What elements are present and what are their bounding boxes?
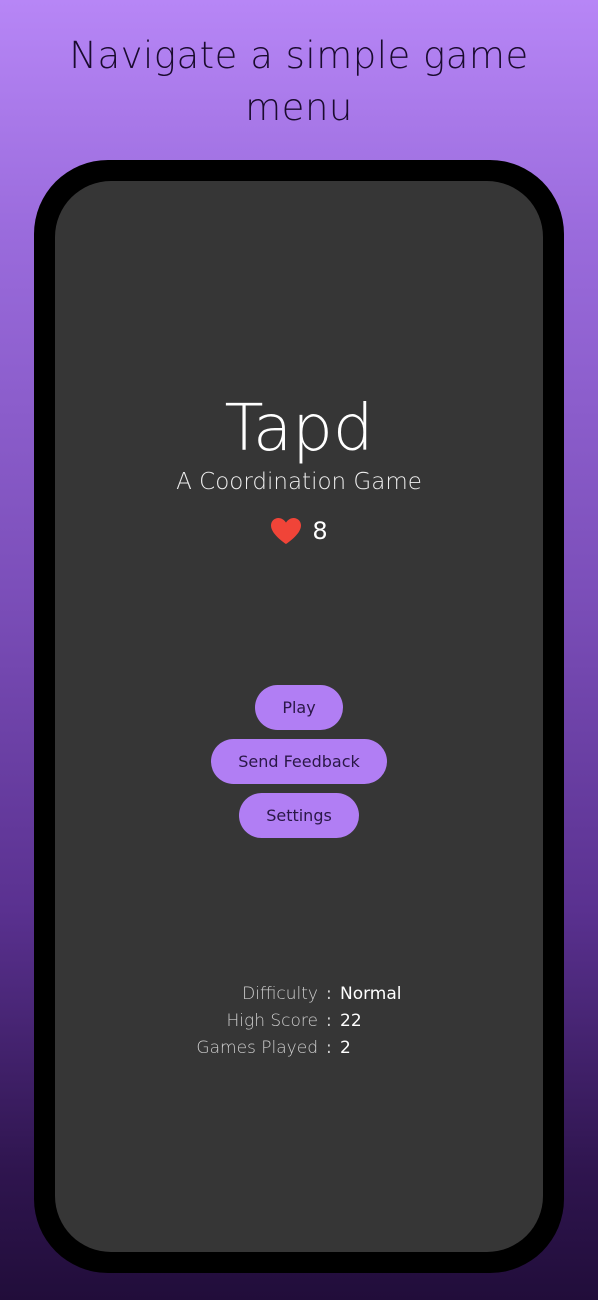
stat-separator: : (326, 984, 332, 1004)
stat-value-high-score: 22 (340, 1011, 362, 1031)
stat-label-games-played: Games Played (196, 1038, 318, 1058)
stat-separator: : (326, 1038, 332, 1058)
heart-icon (271, 518, 302, 544)
game-subtitle: A Coordination Game (176, 469, 422, 495)
stat-value-difficulty: Normal (340, 984, 402, 1004)
stat-row-games-played: Games Played : 2 (55, 1035, 543, 1062)
phone-screen: Tapd A Coordination Game 8 Play Send Fee… (55, 181, 543, 1252)
game-title: Tapd (224, 392, 374, 466)
stats-panel: Difficulty : Normal High Score : 22 Game… (55, 981, 543, 1062)
settings-button[interactable]: Settings (239, 793, 359, 838)
main-menu: Play Send Feedback Settings (55, 685, 543, 838)
stat-separator: : (326, 1011, 332, 1031)
caption: Navigate a simple game menu (69, 34, 529, 129)
stat-label-difficulty: Difficulty (242, 984, 318, 1004)
send-feedback-button[interactable]: Send Feedback (211, 739, 387, 784)
phone-frame: Tapd A Coordination Game 8 Play Send Fee… (34, 160, 564, 1273)
play-button[interactable]: Play (255, 685, 343, 730)
stat-label-high-score: High Score (226, 1011, 319, 1031)
lives-counter: 8 (55, 516, 543, 546)
stat-value-games-played: 2 (340, 1038, 351, 1058)
lives-count: 8 (312, 517, 328, 545)
stat-row-difficulty: Difficulty : Normal (55, 981, 543, 1008)
stat-row-high-score: High Score : 22 (55, 1008, 543, 1035)
